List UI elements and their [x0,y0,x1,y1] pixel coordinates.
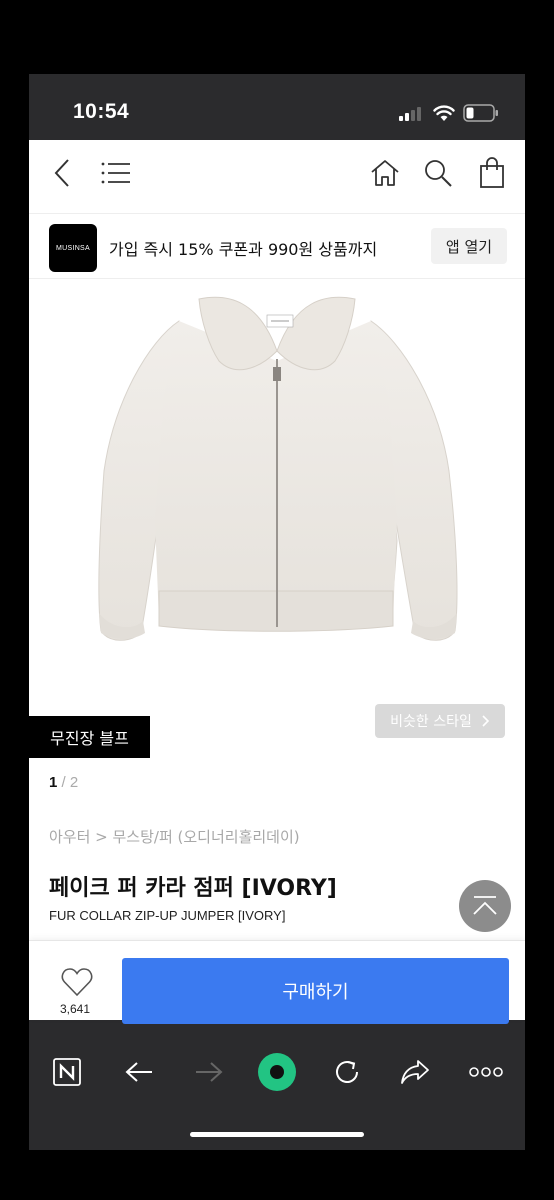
buy-button[interactable]: 구매하기 [122,958,509,1024]
similar-style-label: 비슷한 스타일 [390,714,472,730]
like-count: 3,641 [60,1002,91,1016]
scroll-to-top-button[interactable] [459,880,511,932]
chevron-right-icon [482,715,489,727]
naver-n-icon[interactable] [49,1054,85,1090]
app-install-banner: MUSINSA 가입 즉시 15% 쿠폰과 990원 상품까지 앱 열기 [29,213,525,279]
menu-icon[interactable] [99,156,133,190]
back-arrow-icon[interactable] [121,1054,157,1090]
pager-separator: / [61,774,66,791]
refresh-icon[interactable] [329,1054,365,1090]
green-dot-icon[interactable] [257,1052,297,1092]
arrow-up-icon [473,896,497,915]
back-chevron-icon[interactable] [45,156,79,190]
category-breadcrumb[interactable]: 아우터 > 무스탕/퍼 (오디너리홀리데이) [49,826,300,847]
top-navigation [29,140,525,206]
wifi-icon [433,105,455,121]
signal-icon [399,107,421,121]
musinsa-logo: MUSINSA [49,224,97,272]
web-page: MUSINSA 가입 즉시 15% 쿠폰과 990원 상품까지 앱 열기 무진장… [29,140,525,1024]
browser-toolbar [29,1040,525,1150]
product-title: 페이크 퍼 카라 점퍼 [IVORY] [49,876,337,901]
search-icon[interactable] [421,156,455,190]
promo-text: 가입 즉시 15% 쿠폰과 990원 상품까지 [109,240,378,259]
pager-current: 1 [49,774,58,791]
open-app-button[interactable]: 앱 열기 [431,228,507,264]
status-time: 10:54 [73,100,130,123]
more-icon[interactable] [465,1054,507,1090]
home-icon[interactable] [368,156,402,190]
home-indicator[interactable] [190,1132,364,1137]
status-bar: 10:54 [29,74,525,140]
phone-screen: 10:54 MUSINSA 가입 즉시 15% 쿠폰과 990원 상품까지 앱 … [29,74,525,1150]
store-event-tag: 무진장 블프 [29,716,150,758]
shopping-bag-icon[interactable] [475,156,509,190]
jacket-illustration [98,296,458,641]
heart-icon[interactable] [61,967,93,997]
share-icon[interactable] [397,1054,433,1090]
purchase-bar: 3,641 구매하기 [29,940,525,1024]
battery-icon [463,104,498,122]
forward-arrow-icon[interactable] [191,1054,227,1090]
product-title-english: FUR COLLAR ZIP-UP JUMPER [IVORY] [49,908,286,923]
pager-total: 2 [69,774,79,791]
product-image[interactable] [29,281,525,761]
similar-style-button[interactable]: 비슷한 스타일 [375,704,505,738]
image-pager: 1 / 2 [49,774,78,791]
